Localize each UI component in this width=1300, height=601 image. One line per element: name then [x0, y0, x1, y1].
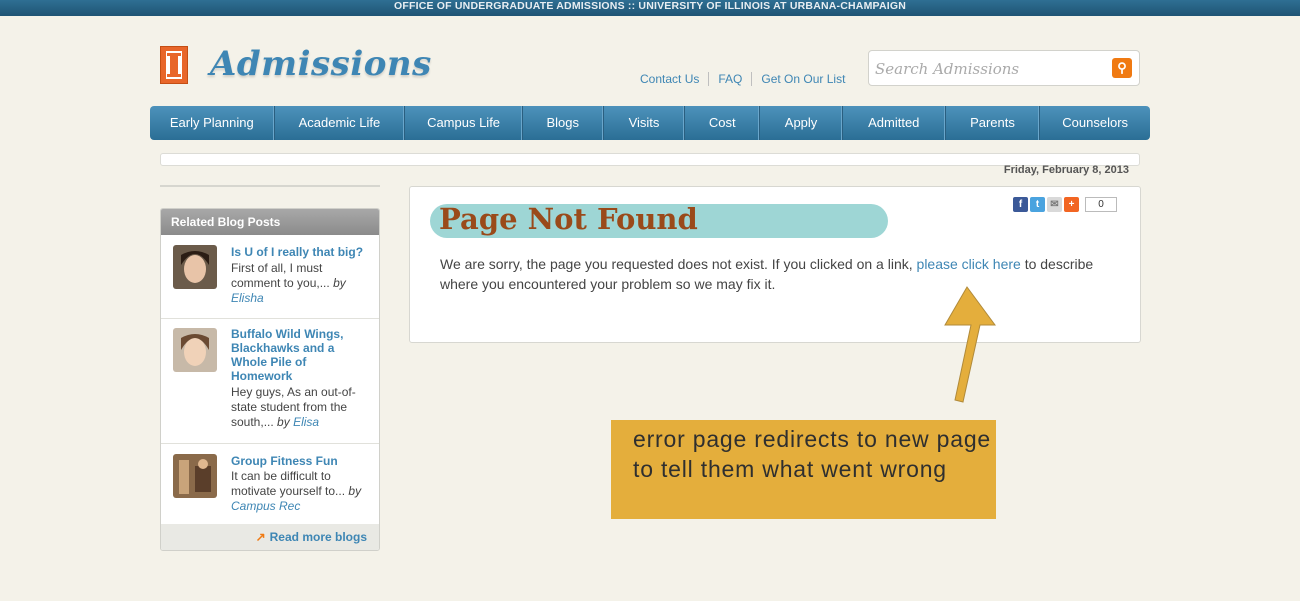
faq-link[interactable]: FAQ	[708, 72, 751, 86]
search-input[interactable]	[873, 59, 1107, 79]
sidebar-heading: Related Blog Posts	[161, 209, 379, 235]
share-count: 0	[1085, 197, 1117, 212]
post-title-link[interactable]: Group Fitness Fun	[231, 454, 366, 468]
list-item: Group Fitness Fun It can be difficult to…	[161, 444, 379, 524]
facebook-icon[interactable]: f	[1013, 197, 1028, 212]
nav-item-early-planning[interactable]: Early Planning	[150, 106, 275, 140]
annotation-note: error page redirects to new page to tell…	[611, 420, 996, 519]
post-title-link[interactable]: Is U of I really that big?	[231, 245, 366, 259]
nav-item-visits[interactable]: Visits	[604, 106, 686, 140]
post-excerpt: Hey guys, As an out-of-state student fro…	[231, 385, 356, 429]
main-content: Page Not Found f t ✉ + 0 We are sorry, t…	[409, 186, 1141, 343]
divider	[160, 185, 380, 187]
nav-item-counselors[interactable]: Counselors	[1040, 106, 1150, 140]
post-author-link[interactable]: Elisha	[231, 291, 264, 305]
annotation-arrow-icon	[944, 286, 996, 403]
add-share-icon[interactable]: +	[1064, 197, 1079, 212]
report-problem-link[interactable]: please click here	[917, 256, 1021, 272]
contact-us-link[interactable]: Contact Us	[640, 72, 708, 86]
twitter-icon[interactable]: t	[1030, 197, 1045, 212]
nav-item-academic-life[interactable]: Academic Life	[275, 106, 406, 140]
current-date: Friday, February 8, 2013	[1003, 164, 1129, 176]
post-thumbnail[interactable]	[173, 454, 217, 498]
utility-links: Contact Us FAQ Get On Our List	[640, 72, 854, 86]
nav-item-cost[interactable]: Cost	[685, 106, 761, 140]
search-box: ⚲	[868, 50, 1140, 86]
post-excerpt: It can be difficult to motivate yourself…	[231, 469, 362, 513]
author-avatar[interactable]	[173, 245, 217, 289]
site-logo-text[interactable]: Admissions	[210, 44, 432, 84]
author-avatar[interactable]	[173, 328, 217, 372]
top-banner: OFFICE OF UNDERGRADUATE ADMISSIONS :: UN…	[0, 0, 1300, 16]
main-navigation: Early Planning Academic Life Campus Life…	[150, 106, 1150, 140]
related-blog-posts: Related Blog Posts Is U of I really that…	[160, 208, 380, 551]
illinois-logo-icon[interactable]	[160, 46, 188, 84]
share-buttons: f t ✉ + 0	[1013, 197, 1117, 212]
nav-item-admitted[interactable]: Admitted	[843, 106, 946, 140]
post-excerpt: First of all, I must comment to you,... …	[231, 261, 346, 305]
post-author-link[interactable]: Elisa	[293, 415, 319, 429]
post-author-link[interactable]: Campus Rec	[231, 499, 300, 513]
get-on-our-list-link[interactable]: Get On Our List	[751, 72, 854, 86]
breadcrumb	[160, 153, 1140, 166]
search-icon: ⚲	[1117, 60, 1127, 75]
error-message: We are sorry, the page you requested doe…	[440, 256, 1094, 292]
nav-item-parents[interactable]: Parents	[946, 106, 1041, 140]
search-button[interactable]: ⚲	[1112, 58, 1132, 78]
nav-item-campus-life[interactable]: Campus Life	[405, 106, 523, 140]
list-item: Is U of I really that big? First of all,…	[161, 235, 379, 319]
page-title: Page Not Found	[439, 202, 698, 236]
arrow-icon: ↗	[255, 530, 266, 544]
nav-item-apply[interactable]: Apply	[760, 106, 843, 140]
list-item: Buffalo Wild Wings, Blackhawks and a Who…	[161, 319, 379, 444]
nav-item-blogs[interactable]: Blogs	[523, 106, 604, 140]
post-title-link[interactable]: Buffalo Wild Wings, Blackhawks and a Who…	[231, 327, 366, 383]
email-icon[interactable]: ✉	[1047, 197, 1062, 212]
read-more-blogs-link[interactable]: ↗ Read more blogs	[161, 524, 379, 550]
